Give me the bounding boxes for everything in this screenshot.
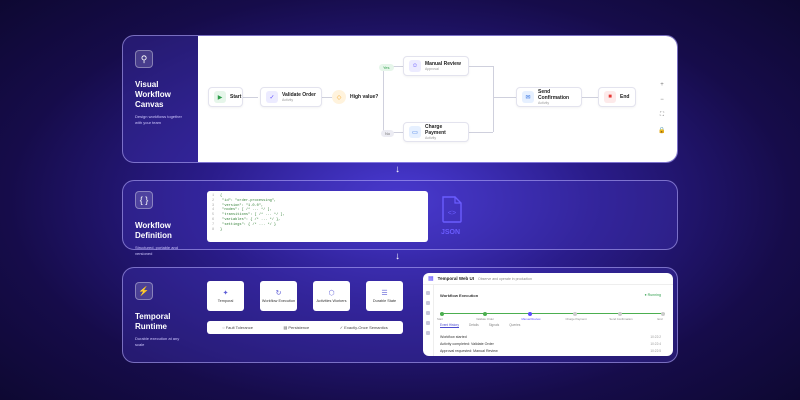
definition-desc: Structured, portable and versioned	[135, 245, 178, 256]
runtime-box-label: Workflow Execution	[261, 298, 296, 303]
cube-icon: ⬡	[328, 289, 335, 297]
fit-icon[interactable]: ⛶	[657, 110, 667, 120]
feature-item: ◌ Fault Tolerance	[222, 325, 253, 330]
canvas-side: ⚲ Visual Workflow Canvas Design workflow…	[123, 36, 198, 162]
event-row: Activity completed: Validate Order	[440, 342, 494, 346]
node-validate-title: Validate Order	[282, 91, 316, 98]
definition-title: Workflow Definition	[135, 221, 172, 240]
node-start[interactable]: ▶ Start	[208, 87, 243, 107]
canvas-panel: ⚲ Visual Workflow Canvas Design workflow…	[122, 35, 678, 163]
feature-item: ✓ Exactly-Once Semantics	[339, 325, 388, 330]
node-confirm-title: Send Confirmation	[538, 88, 570, 101]
runtime-title: Temporal Runtime	[135, 312, 171, 331]
event-time: 10:22:2	[650, 335, 661, 339]
tab-details[interactable]: Details	[469, 323, 479, 328]
mail-icon: ✉	[522, 91, 534, 103]
runtime-box-state: ☰ Durable State	[366, 281, 403, 311]
braces-icon: { }	[135, 191, 153, 209]
bolt-icon: ⚡	[135, 282, 153, 300]
code-block: 1{ 2 "id": "order-processing", 3 "versio…	[207, 191, 428, 242]
json-label: JSON	[441, 229, 461, 236]
features-bar: ◌ Fault Tolerance ▤ Persistence ✓ Exactl…	[207, 321, 403, 334]
play-icon: ▶	[214, 91, 226, 103]
node-charge-title: Charge Payment	[425, 123, 446, 136]
node-charge-sub: Activity	[425, 135, 437, 140]
web-ui-tabs: Event History Details Signals Queries	[440, 323, 520, 328]
definition-panel: { } Workflow Definition Structured, port…	[122, 180, 678, 256]
down-arrow-1: ↓	[395, 164, 400, 175]
refresh-icon: ↻	[275, 289, 282, 297]
feature-item: ▤ Persistence	[283, 325, 310, 330]
step-label: Validate Order	[476, 317, 494, 321]
yes-pill: Yes	[379, 64, 394, 71]
node-decision[interactable]: ◇ High value?	[332, 87, 380, 107]
node-end-label: End	[620, 94, 630, 100]
event-row: Approval requested: Manual Review	[440, 349, 498, 353]
runtime-side: ⚡ Temporal Runtime Durable execution at …	[123, 268, 198, 362]
lock-icon[interactable]: 🔒	[657, 125, 667, 135]
definition-side: { } Workflow Definition Structured, port…	[123, 181, 198, 256]
workflow-canvas[interactable]: ▶ Start ✓ Validate Order Activity ◇ High …	[198, 36, 677, 162]
node-validate-order[interactable]: ✓ Validate Order Activity	[260, 87, 322, 107]
node-send-confirmation[interactable]: ✉ Send Confirmation Activity	[516, 87, 582, 107]
step-label: Send Confirmation	[609, 317, 633, 321]
canvas-toolbar: + − ⛶ 🔒	[657, 80, 667, 135]
svg-text:<>: <>	[448, 210, 456, 218]
user-icon: ☺	[409, 60, 421, 72]
code-line: 8}	[212, 227, 223, 232]
web-ui-sidebar	[423, 285, 434, 356]
runtime-desc: Durable execution at any scale	[135, 336, 180, 347]
runtime-box-workers: ⬡ Activities Workers	[313, 281, 350, 311]
runtime-box-temporal: ✦ Temporal	[207, 281, 244, 311]
stop-icon: ■	[604, 91, 616, 103]
card-icon: ▭	[409, 126, 421, 138]
event-time: 10:22:5	[650, 349, 661, 353]
temporal-web-ui: ▦ Temporal Web UI Observe and operate in…	[423, 273, 673, 356]
runtime-box-label: Activities Workers	[316, 298, 347, 303]
runtime-panel: ⚡ Temporal Runtime Durable execution at …	[122, 267, 678, 363]
runtime-box-label: Temporal	[217, 298, 234, 303]
database-icon: ☰	[381, 289, 388, 297]
node-charge-payment[interactable]: ▭ Charge Payment Activity	[403, 122, 469, 142]
canvas-title: Visual Workflow Canvas	[135, 80, 171, 109]
down-arrow-2: ↓	[395, 251, 400, 262]
runtime-box-label: Durable State	[372, 298, 397, 303]
step-label: Start	[437, 317, 443, 321]
tab-event-history[interactable]: Event History	[440, 323, 459, 328]
step-label: End	[657, 317, 663, 321]
node-manual-sub: Approval	[425, 66, 439, 71]
tab-signals[interactable]: Signals	[489, 323, 499, 328]
event-row: Workflow started	[440, 335, 467, 339]
tab-queries[interactable]: Queries	[509, 323, 520, 328]
node-manual-title: Manual Review	[425, 60, 461, 67]
node-confirm-sub: Activity	[538, 100, 550, 105]
web-ui-title: Temporal Web UI	[437, 276, 475, 281]
zoom-in-icon[interactable]: +	[657, 80, 667, 90]
web-ui-header: ▦ Temporal Web UI Observe and operate in…	[423, 273, 673, 285]
node-decision-label: High value?	[350, 94, 379, 100]
check-icon: ✓	[266, 91, 278, 103]
node-validate-sub: Activity	[282, 97, 294, 102]
diamond-icon: ◇	[332, 90, 346, 104]
spark-icon: ✦	[222, 289, 229, 297]
step-label: Charge Payment	[565, 317, 587, 321]
app-icon: ▦	[428, 276, 434, 282]
web-ui-subtitle: Observe and operate in production	[478, 276, 532, 281]
progress-track	[440, 311, 665, 316]
node-manual-review[interactable]: ☺ Manual Review Approval	[403, 56, 469, 76]
execution-title: Workflow Execution	[440, 293, 479, 298]
step-label: Manual Review	[521, 317, 541, 321]
status-badge: ● Running	[644, 293, 661, 297]
canvas-desc: Design workflows together with your team	[135, 114, 182, 125]
runtime-box-execution: ↻ Workflow Execution	[260, 281, 297, 311]
zoom-out-icon[interactable]: −	[657, 95, 667, 105]
flow-icon: ⚲	[135, 50, 153, 68]
json-file-icon: <>	[442, 196, 462, 223]
event-time: 10:22:4	[650, 342, 661, 346]
node-start-label: Start	[230, 94, 242, 100]
node-end[interactable]: ■ End	[598, 87, 636, 107]
no-pill: No	[381, 130, 395, 137]
